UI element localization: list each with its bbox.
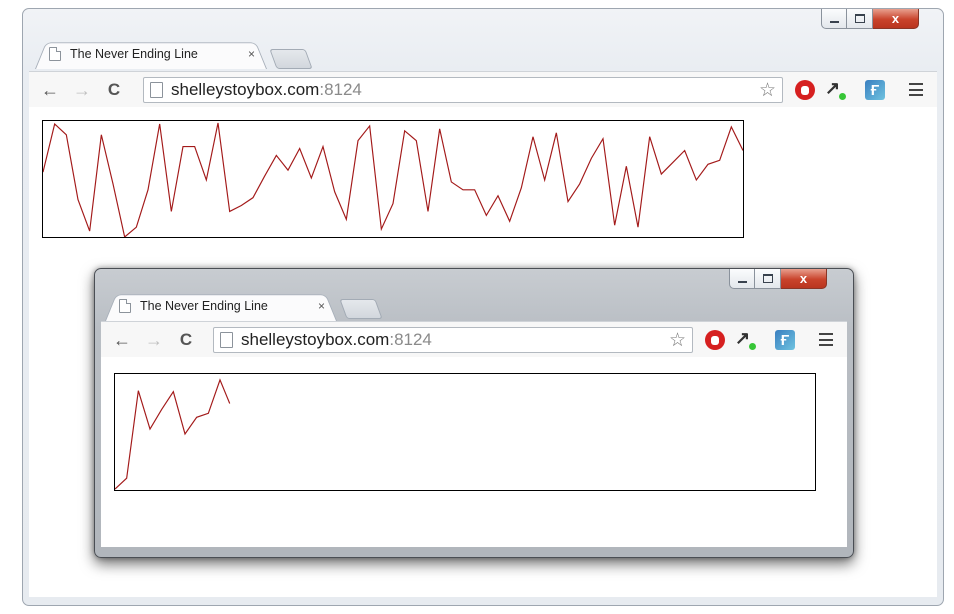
address-host: shelleystoybox.com (171, 80, 320, 99)
minimize-icon (737, 280, 747, 283)
address-bar[interactable]: shelleystoybox.com:8124 ☆ (143, 77, 783, 103)
tab-close-icon[interactable]: × (248, 47, 255, 61)
maximize-button[interactable] (755, 269, 781, 289)
line-path (43, 122, 743, 237)
never-ending-line (43, 122, 743, 237)
address-bar[interactable]: shelleystoybox.com:8124 ☆ (213, 327, 693, 353)
address-port: :8124 (389, 330, 432, 349)
extension-status-dot (839, 93, 846, 100)
minimize-button[interactable] (821, 9, 847, 29)
drawing-canvas (42, 120, 744, 238)
swirl-extension-icon[interactable]: Ғ (865, 80, 885, 100)
extension-status-dot (749, 343, 756, 350)
star-icon[interactable]: ☆ (669, 329, 686, 352)
window-caption-buttons: x (729, 269, 827, 289)
tab-title: The Never Ending Line (70, 47, 198, 61)
browser-toolbar: ← → C shelleystoybox.com:8124 ☆ ↗ Ғ (101, 321, 847, 359)
swirl-extension-icon[interactable]: Ғ (775, 330, 795, 350)
address-host: shelleystoybox.com (241, 330, 390, 349)
extension-icon[interactable]: ↗ (825, 78, 840, 99)
reload-icon[interactable]: C (103, 80, 125, 100)
page-icon (49, 47, 61, 61)
close-window-button[interactable]: x (873, 9, 919, 29)
page-icon (220, 332, 233, 348)
browser-toolbar: ← → C shelleystoybox.com:8124 ☆ ↗ Ғ (29, 71, 937, 109)
close-icon: x (891, 11, 900, 26)
close-icon: x (799, 271, 808, 286)
menu-icon[interactable] (819, 333, 833, 346)
close-window-button[interactable]: x (781, 269, 827, 289)
page-content (101, 357, 847, 547)
tab-title: The Never Ending Line (140, 299, 268, 313)
back-icon[interactable]: ← (111, 330, 133, 351)
maximize-icon (854, 14, 865, 23)
minimize-icon (829, 20, 839, 23)
page-icon (119, 299, 131, 313)
line-path (115, 378, 231, 490)
window-caption-buttons: x (821, 9, 919, 29)
maximize-button[interactable] (847, 9, 873, 29)
maximize-icon (762, 274, 773, 283)
star-icon[interactable]: ☆ (759, 79, 776, 102)
address-port: :8124 (319, 80, 362, 99)
tab-the-never-ending-line[interactable]: The Never Ending Line × (105, 291, 337, 321)
page-icon (150, 82, 163, 98)
reload-icon[interactable]: C (175, 330, 197, 350)
forward-icon[interactable]: → (143, 330, 165, 351)
drawing-canvas (114, 373, 816, 491)
extension-icon[interactable]: ↗ (735, 328, 750, 349)
adblock-extension-icon[interactable] (705, 330, 725, 350)
new-tab-button[interactable] (339, 299, 383, 319)
menu-icon[interactable] (909, 83, 923, 96)
browser-window-inner: x The Never Ending Line × ← → C shelleys… (94, 268, 854, 558)
tab-close-icon[interactable]: × (318, 299, 325, 313)
minimize-button[interactable] (729, 269, 755, 289)
tab-the-never-ending-line[interactable]: The Never Ending Line × (35, 39, 267, 69)
never-ending-line (115, 378, 231, 490)
back-icon[interactable]: ← (39, 80, 61, 101)
adblock-extension-icon[interactable] (795, 80, 815, 100)
forward-icon[interactable]: → (71, 80, 93, 101)
new-tab-button[interactable] (269, 49, 313, 69)
